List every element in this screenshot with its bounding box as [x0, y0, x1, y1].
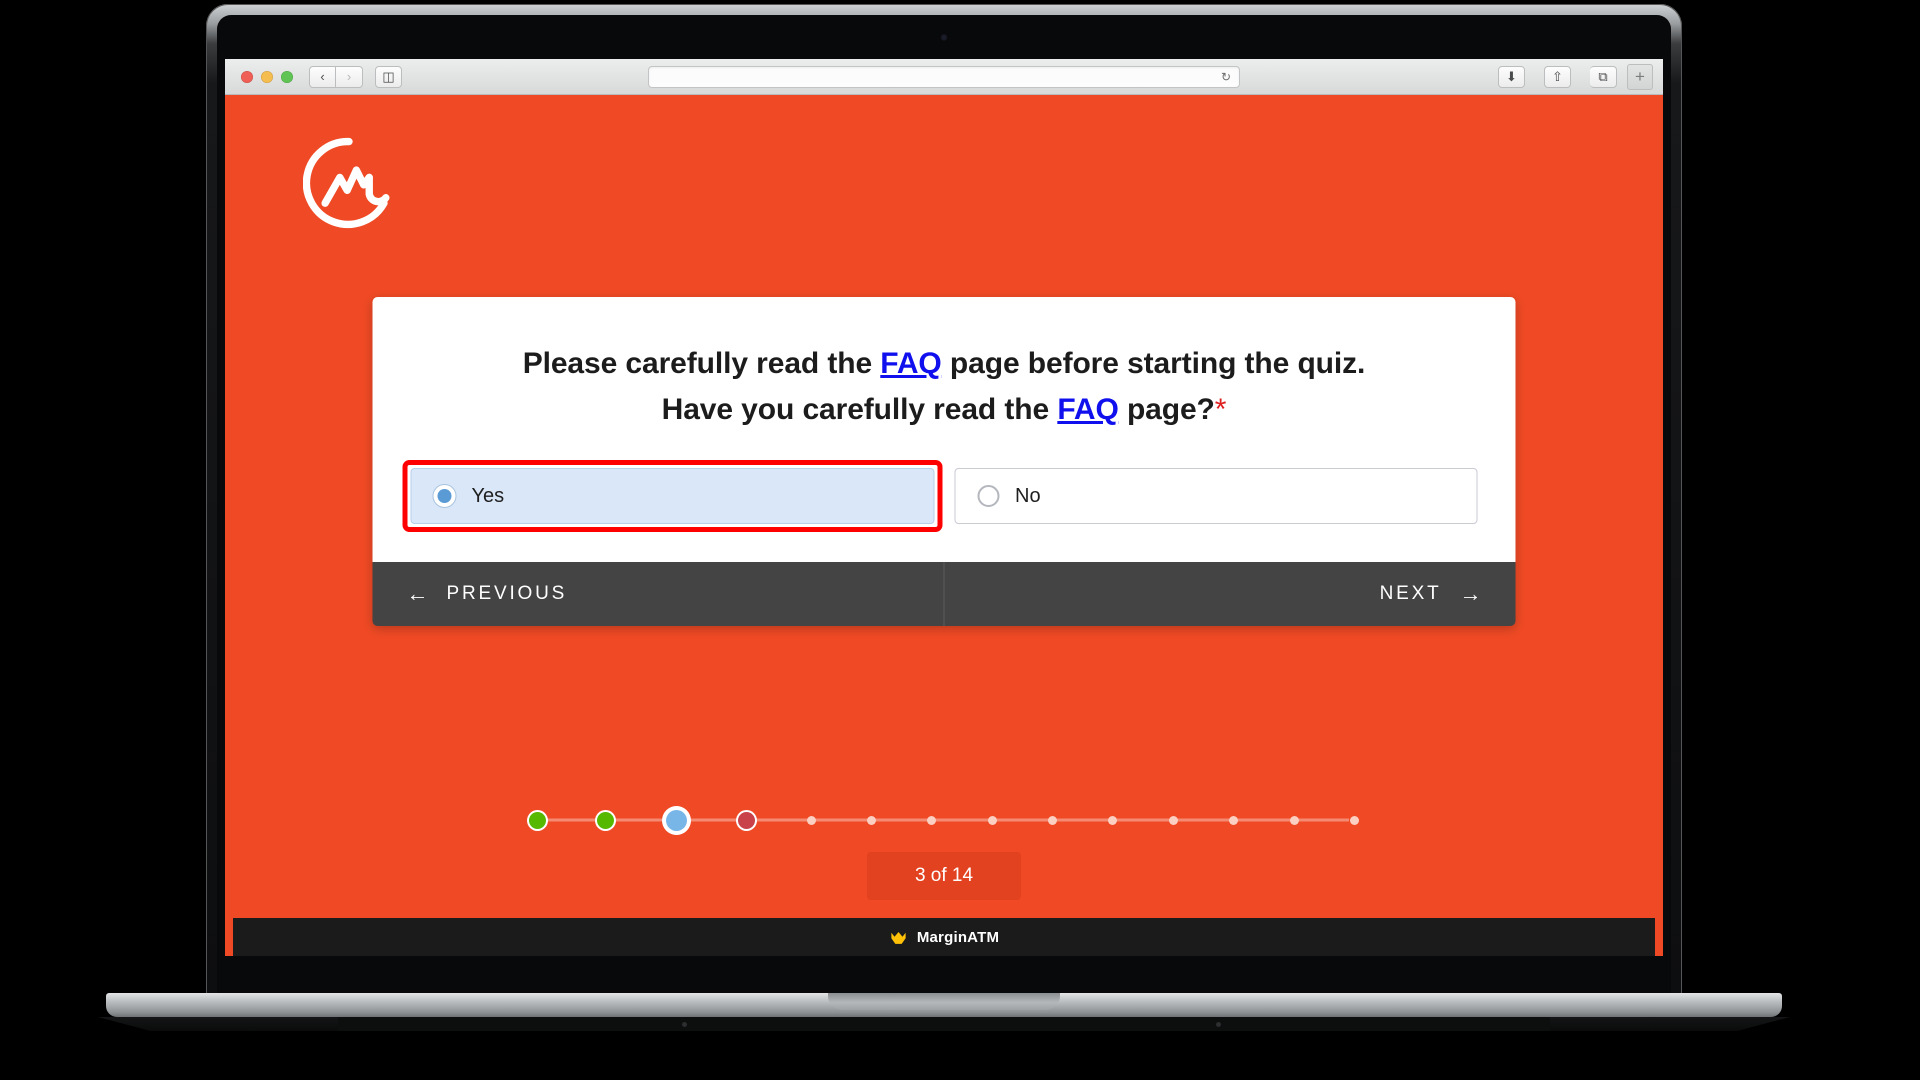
- question-prefix-2: Have you carefully read the: [661, 392, 1058, 426]
- progress-step-12[interactable]: [1229, 815, 1239, 825]
- previous-button[interactable]: ← PREVIOUS: [373, 562, 945, 627]
- laptop-foot-bar: [244, 1017, 1644, 1031]
- laptop-screw-left: [682, 1022, 687, 1027]
- required-asterisk: *: [1214, 392, 1227, 426]
- downloads-icon[interactable]: ⬇: [1498, 65, 1525, 88]
- question-suffix-2: page?: [1118, 392, 1215, 426]
- progress-step-8[interactable]: [987, 815, 997, 825]
- crown-icon: [891, 931, 906, 944]
- progress-dot-current: [665, 809, 687, 831]
- answer-option-yes-label: Yes: [471, 484, 505, 507]
- progress-dot-pending: [1048, 815, 1057, 825]
- window-controls[interactable]: [241, 70, 293, 83]
- progress-rail: [529, 803, 1359, 837]
- progress-steps[interactable]: [529, 809, 1359, 831]
- reload-icon[interactable]: ↻: [1221, 70, 1231, 84]
- question-prefix: Please carefully read the: [522, 347, 881, 380]
- laptop-mockup: ‹ › ◫ ↻ ⬇ ⇧ ⧉ + Please carefully read th…: [98, 4, 1790, 1031]
- progress-step-9[interactable]: [1048, 815, 1057, 825]
- progress-dot-done: [597, 811, 615, 829]
- laptop-screen-shell: ‹ › ◫ ↻ ⬇ ⇧ ⧉ + Please carefully read th…: [206, 4, 1682, 996]
- quiz-navigation: ← PREVIOUS NEXT →: [372, 562, 1516, 627]
- progress-dot-pending: [1229, 815, 1239, 825]
- previous-button-label: PREVIOUS: [446, 583, 568, 605]
- question-line-1: Please carefully read the FAQ page befor…: [411, 341, 1478, 387]
- back-icon[interactable]: ‹: [309, 65, 336, 88]
- tab-overview-icon[interactable]: ⧉: [1590, 65, 1617, 88]
- progress-step-3[interactable]: [665, 809, 687, 831]
- progress-dot-wrong: [738, 811, 756, 829]
- next-button-label: NEXT: [1379, 583, 1442, 605]
- progress-dot-pending: [927, 815, 937, 825]
- quiz-page: Please carefully read the FAQ page befor…: [225, 95, 1663, 955]
- brand-bar: MarginATM: [233, 916, 1655, 956]
- progress-step-14[interactable]: [1349, 815, 1359, 825]
- progress-dot-pending: [1349, 815, 1359, 825]
- progress-step-2[interactable]: [597, 811, 615, 829]
- progress-dot-pending: [987, 815, 997, 825]
- faq-link-2[interactable]: FAQ: [1057, 393, 1118, 426]
- progress-dot-pending: [866, 815, 876, 825]
- answer-option-yes[interactable]: Yes: [402, 460, 942, 533]
- toolbar-right-icons: ⬇ ⇧ ⧉: [1486, 65, 1617, 88]
- answer-options: Yes No: [402, 460, 1478, 533]
- progress-dot-pending: [1108, 815, 1118, 825]
- radio-no-icon[interactable]: [977, 485, 999, 508]
- faq-link-1[interactable]: FAQ: [880, 347, 941, 380]
- question-line-2: Have you carefully read the FAQ page?*: [411, 387, 1478, 433]
- minimize-window-button[interactable]: [261, 70, 273, 83]
- quiz-card: Please carefully read the FAQ page befor…: [372, 297, 1516, 627]
- share-icon[interactable]: ⇧: [1544, 65, 1571, 88]
- step-counter: 3 of 14: [866, 852, 1022, 900]
- maximize-window-button[interactable]: [281, 70, 293, 83]
- close-window-button[interactable]: [241, 70, 253, 83]
- new-tab-button[interactable]: +: [1627, 63, 1653, 90]
- forward-icon[interactable]: ›: [336, 65, 363, 88]
- progress-dot-pending: [1168, 815, 1178, 825]
- progress-step-13[interactable]: [1289, 815, 1299, 825]
- quiz-card-body: Please carefully read the FAQ page befor…: [372, 297, 1516, 563]
- progress-dot-pending: [806, 815, 816, 825]
- progress-dot-done: [529, 811, 546, 829]
- browser-toolbar: ‹ › ◫ ↻ ⬇ ⇧ ⧉ +: [225, 59, 1663, 95]
- progress-step-6[interactable]: [866, 815, 876, 825]
- browser-window: ‹ › ◫ ↻ ⬇ ⇧ ⧉ + Please carefully read th…: [225, 59, 1663, 956]
- laptop-foot-left: [98, 1017, 338, 1031]
- coinmarketcap-logo: [303, 137, 390, 229]
- progress-dot-pending: [1289, 815, 1299, 825]
- webcam-icon: [941, 35, 947, 40]
- progress-step-7[interactable]: [927, 815, 937, 825]
- arrow-left-icon: ←: [406, 581, 429, 607]
- screenshot-stage: ‹ › ◫ ↻ ⬇ ⇧ ⧉ + Please carefully read th…: [0, 0, 1920, 1080]
- progress-step-4[interactable]: [738, 811, 756, 829]
- answer-option-no-label: No: [1015, 484, 1041, 507]
- laptop-base-notch: [828, 993, 1060, 1010]
- question-suffix: page before starting the quiz.: [941, 347, 1366, 380]
- next-button[interactable]: NEXT →: [945, 562, 1516, 626]
- address-bar[interactable]: ↻: [648, 65, 1240, 88]
- arrow-right-icon: →: [1459, 581, 1482, 607]
- progress-step-10[interactable]: [1108, 815, 1118, 825]
- laptop-foot-right: [1550, 1017, 1790, 1031]
- laptop-base: [106, 993, 1782, 1017]
- answer-option-no[interactable]: No: [954, 468, 1478, 525]
- progress-step-11[interactable]: [1168, 815, 1178, 825]
- radio-yes-icon[interactable]: [433, 485, 456, 508]
- navigation-buttons[interactable]: ‹ ›: [309, 65, 363, 88]
- sidebar-toggle-icon[interactable]: ◫: [375, 65, 402, 88]
- brand-name: MarginATM: [916, 928, 1000, 946]
- laptop-bezel: ‹ › ◫ ↻ ⬇ ⇧ ⧉ + Please carefully read th…: [217, 15, 1671, 996]
- laptop-screw-right: [1216, 1022, 1221, 1027]
- url-bar-wrap: ↻: [402, 65, 1486, 88]
- progress-step-1[interactable]: [529, 811, 546, 829]
- progress-step-5[interactable]: [806, 815, 816, 825]
